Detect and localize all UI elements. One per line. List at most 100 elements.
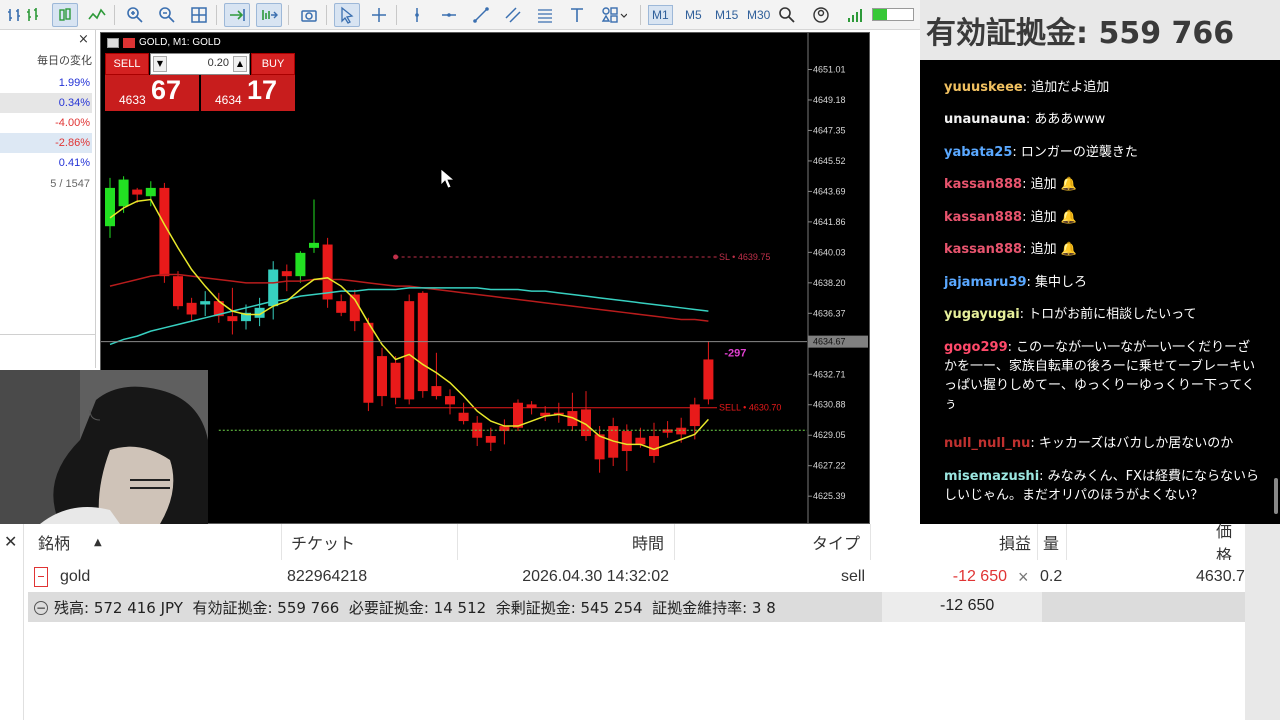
timeframe-m30[interactable]: M30 — [744, 5, 773, 25]
trendline-icon[interactable] — [468, 3, 494, 27]
chat-username[interactable]: misemazushi — [944, 469, 1039, 484]
chart-window[interactable]: 4651.01 4649.18 4647.35 4645.52 4643.69 4641.… — [100, 32, 870, 524]
column-symbol-label: 銘柄 — [38, 534, 71, 553]
column-time[interactable]: 時間 — [459, 524, 675, 560]
volume-input[interactable]: ▼ 0.20 ▲ — [150, 53, 250, 75]
terminal-sidebar: ✕ — [0, 524, 24, 720]
chat-username[interactable]: kassan888 — [944, 242, 1022, 257]
candle-body — [458, 412, 469, 422]
candle-body — [404, 301, 415, 400]
cursor-icon[interactable] — [334, 3, 360, 27]
position-row-symbol[interactable]: gold — [34, 564, 274, 590]
column-ticket[interactable]: チケット — [283, 524, 458, 560]
market-row-change[interactable]: 0.41% — [0, 153, 92, 173]
chat-message: unaunauna: あああwww — [944, 110, 1260, 129]
chat-username[interactable]: kassan888 — [944, 210, 1022, 225]
candlestick-chart-icon[interactable] — [52, 3, 78, 27]
y-tick-label: 4649.18 — [813, 95, 846, 105]
candle-body — [132, 189, 143, 195]
chart-title-text: GOLD, M1: GOLD — [139, 37, 221, 48]
shapes-menu-icon[interactable] — [596, 3, 632, 27]
bars-chart-icon[interactable] — [20, 3, 46, 27]
y-tick-label: 4641.86 — [813, 217, 846, 227]
chat-text: : あああwww — [1025, 112, 1106, 127]
chat-scrollbar[interactable] — [1274, 478, 1278, 514]
position-volume[interactable]: 0.2 — [1040, 564, 1066, 590]
volume-down-icon[interactable]: ▼ — [153, 56, 167, 72]
buy-button[interactable]: BUY — [251, 53, 295, 75]
chat-text: : 集中しろ — [1026, 275, 1088, 290]
grid-icon[interactable] — [186, 3, 212, 27]
timeframe-m15[interactable]: M15 — [712, 5, 741, 25]
volume-up-icon[interactable]: ▲ — [233, 56, 247, 72]
position-time[interactable]: 2026.04.30 14:32:02 — [459, 564, 669, 590]
column-volume[interactable]: 量 — [1039, 524, 1067, 560]
horizontal-line-icon[interactable] — [436, 3, 462, 27]
timeframe-m1[interactable]: M1 — [648, 5, 673, 25]
chat-username[interactable]: yugayugai — [944, 307, 1020, 322]
sell-price-prefix: 4633 — [119, 93, 146, 107]
column-ticket-label: チケット — [291, 534, 356, 553]
sell-price-box[interactable]: 4633 67 — [105, 75, 199, 111]
account-summary-text: 残高: 572 416 JPY 有効証拠金: 559 766 必要証拠金: 14… — [54, 599, 776, 617]
app-icon — [123, 37, 135, 48]
candle-body — [431, 386, 442, 397]
position-price[interactable]: 4630.7 — [1196, 564, 1245, 590]
position-profit[interactable]: -12 650 — [872, 564, 1007, 590]
search-icon[interactable] — [774, 3, 800, 27]
sort-ascending-icon: ▲ — [94, 536, 102, 548]
channel-icon[interactable] — [500, 3, 526, 27]
daily-change-header[interactable]: 毎日の変化 — [0, 52, 92, 68]
sell-button[interactable]: SELL — [105, 53, 149, 75]
candle-body — [676, 427, 687, 435]
screenshot-icon[interactable] — [296, 3, 322, 27]
column-profit[interactable]: 損益 — [872, 524, 1038, 560]
text-icon[interactable] — [564, 3, 590, 27]
chat-username[interactable]: jajamaru39 — [944, 275, 1027, 290]
autoscroll-icon[interactable] — [224, 3, 250, 27]
account-icon[interactable] — [808, 3, 834, 27]
symbol-count: 5 / 1547 — [50, 178, 90, 190]
webcam-feed — [0, 370, 208, 524]
chat-username[interactable]: yuuuskeee — [944, 80, 1023, 95]
position-ticket[interactable]: 822964218 — [287, 564, 367, 590]
position-type[interactable]: sell — [676, 564, 865, 590]
chat-username[interactable]: null_null_nu — [944, 436, 1030, 451]
close-position-icon[interactable]: × — [1018, 564, 1029, 590]
crosshair-icon[interactable] — [366, 3, 392, 27]
zoom-out-icon[interactable] — [154, 3, 180, 27]
timeframe-m5[interactable]: M5 — [682, 5, 705, 25]
chat-username[interactable]: gogo299 — [944, 340, 1008, 355]
column-price[interactable]: 価格 — [1068, 524, 1245, 560]
account-summary: − 残高: 572 416 JPY 有効証拠金: 559 766 必要証拠金: … — [34, 597, 882, 618]
chat-username[interactable]: yabata25 — [944, 145, 1012, 160]
account-summary-bar: − 残高: 572 416 JPY 有効証拠金: 559 766 必要証拠金: … — [28, 592, 1245, 622]
chat-username[interactable]: unaunauna — [944, 112, 1026, 127]
market-row-change[interactable]: -4.00% — [0, 113, 92, 133]
buy-price-box[interactable]: 4634 17 — [201, 75, 295, 111]
screen: M1 M5 M15 M30 × 毎日の変化 1.99% 0.34% -4.00%… — [0, 0, 1280, 720]
column-symbol[interactable]: 銘柄 ▲ — [28, 524, 282, 560]
chat-message: yabata25: ロンガーの逆襲きた — [944, 143, 1260, 162]
market-row-change[interactable]: 0.34% — [0, 93, 92, 113]
y-tick-label: 4638.20 — [813, 278, 846, 288]
zoom-in-icon[interactable] — [122, 3, 148, 27]
trade-terminal: ✕ 銘柄 ▲ チケット 時間 タイプ 損益 量 価格 gold 82296421… — [0, 524, 1280, 720]
y-tick-label: 4632.71 — [813, 369, 846, 379]
vertical-line-icon[interactable] — [404, 3, 430, 27]
column-type[interactable]: タイプ — [676, 524, 871, 560]
close-icon[interactable]: ✕ — [4, 532, 17, 551]
market-row-change[interactable]: -2.86% — [0, 133, 92, 153]
chat-message: yugayugai: トロがお前に相談したいって — [944, 305, 1260, 324]
collapse-icon[interactable]: − — [34, 600, 48, 615]
chart-shift-icon[interactable] — [256, 3, 282, 27]
volume-value[interactable]: 0.20 — [208, 57, 229, 69]
chat-username[interactable]: kassan888 — [944, 177, 1022, 192]
candle-body — [377, 356, 387, 397]
line-chart-icon[interactable] — [84, 3, 110, 27]
close-icon[interactable]: × — [78, 32, 89, 47]
column-type-label: タイプ — [811, 534, 860, 553]
fibonacci-icon[interactable] — [532, 3, 558, 27]
candle-body — [621, 431, 632, 452]
market-row-change[interactable]: 1.99% — [0, 73, 92, 93]
